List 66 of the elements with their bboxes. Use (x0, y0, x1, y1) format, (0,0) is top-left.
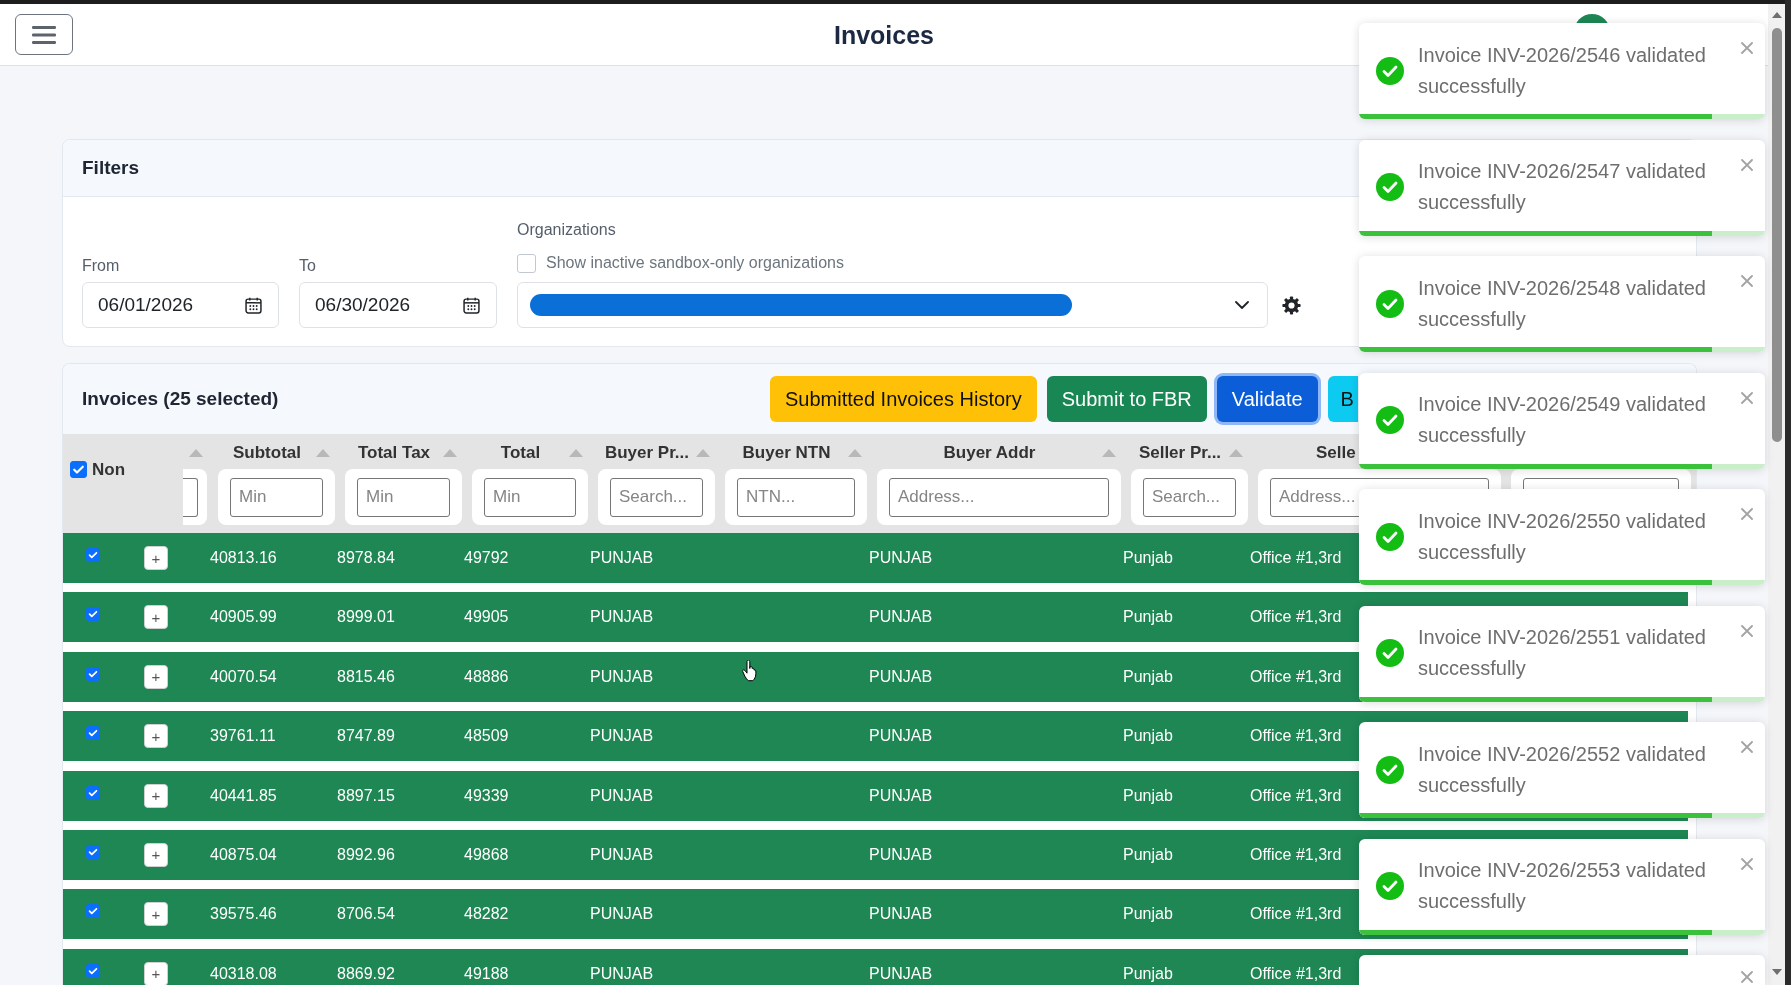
table-cell: PUNJAB (590, 964, 654, 982)
table-cell: PUNJAB (869, 845, 933, 863)
table-cell: PUNJAB (590, 667, 654, 685)
table-cell: Punjab (1123, 667, 1173, 685)
table-cell: 8999.01 (337, 608, 395, 626)
field-label: From (82, 256, 121, 276)
table-cell: Punjab (1123, 964, 1173, 982)
table-cell: Punjab (1123, 845, 1173, 863)
toast-message: Invoice INV-2026/2546 validated successfully (1418, 42, 1707, 99)
page-title: Invoices (833, 19, 935, 50)
table-cell: 40905.99 (210, 608, 277, 626)
table-cell: PUNJAB (590, 549, 654, 566)
table-cell: PUNJAB (869, 786, 933, 804)
table-cell: 48282 (464, 905, 509, 923)
table-cell: 49905 (464, 608, 509, 626)
card-title: Filters (82, 155, 140, 180)
table-cell: PUNJAB (590, 608, 654, 626)
table-cell: 8869.92 (337, 964, 395, 982)
table-cell: 49188 (464, 964, 509, 982)
table-cell: 8706.54 (337, 905, 395, 923)
table-cell: Office #1,3rd (1250, 549, 1342, 566)
table-cell: 8978.84 (337, 549, 395, 566)
table-cell: Office #1,3rd (1250, 667, 1342, 685)
table-cell: PUNJAB (869, 964, 933, 982)
toast-message: Invoice INV-2026/2548 validated successfully (1418, 275, 1707, 332)
table-cell: Punjab (1123, 608, 1173, 626)
table-cell: PUNJAB (590, 845, 654, 863)
table-cell: 8747.89 (337, 727, 395, 745)
card-title: Invoices (25 selected) (82, 387, 279, 409)
table-cell: PUNJAB (869, 608, 933, 626)
table-cell: Punjab (1123, 549, 1173, 566)
table-cell: 49792 (464, 549, 509, 566)
table-cell: 49868 (464, 845, 509, 863)
table-cell: PUNJAB (590, 786, 654, 804)
table-cell: Office #1,3rd (1250, 964, 1342, 982)
table-cell: PUNJAB (590, 905, 654, 923)
table-cell: 40318.08 (210, 964, 277, 982)
table-cell: PUNJAB (869, 549, 933, 566)
table-cell: Punjab (1123, 727, 1173, 745)
table-cell: 8992.96 (337, 845, 395, 863)
table-cell: Office #1,3rd (1250, 845, 1342, 863)
toast-message: Invoice INV-2026/2549 validated successfully (1418, 392, 1707, 448)
table-cell: 8815.46 (337, 667, 395, 685)
table-cell: 40813.16 (210, 549, 277, 566)
table-cell: 40875.04 (210, 845, 277, 863)
table-cell: PUNJAB (869, 727, 933, 745)
toast-message: Invoice INV-2026/2547 validated successfully (1418, 159, 1707, 215)
table-cell: 49339 (464, 786, 509, 804)
table-cell: PUNJAB (869, 667, 933, 685)
table-cell: 40441.85 (210, 786, 277, 804)
field-label: To (299, 256, 317, 276)
table-cell: Office #1,3rd (1250, 727, 1342, 745)
table-cell: PUNJAB (590, 727, 654, 745)
table-cell: Punjab (1123, 786, 1173, 804)
table-cell: Office #1,3rd (1250, 608, 1342, 626)
table-cell: 39761.11 (210, 727, 276, 745)
table-cell: PUNJAB (869, 905, 933, 923)
table-cell: Office #1,3rd (1250, 905, 1342, 923)
table-cell: Punjab (1123, 905, 1173, 923)
table-cell: 39575.46 (210, 905, 277, 923)
field-label: Organizations (517, 220, 617, 240)
table-cell: 48886 (464, 667, 509, 685)
table-cell: 8897.15 (337, 786, 395, 804)
table-cell: 40070.54 (210, 667, 277, 685)
table-cell: 48509 (464, 727, 509, 745)
table-cell: Office #1,3rd (1250, 786, 1342, 804)
